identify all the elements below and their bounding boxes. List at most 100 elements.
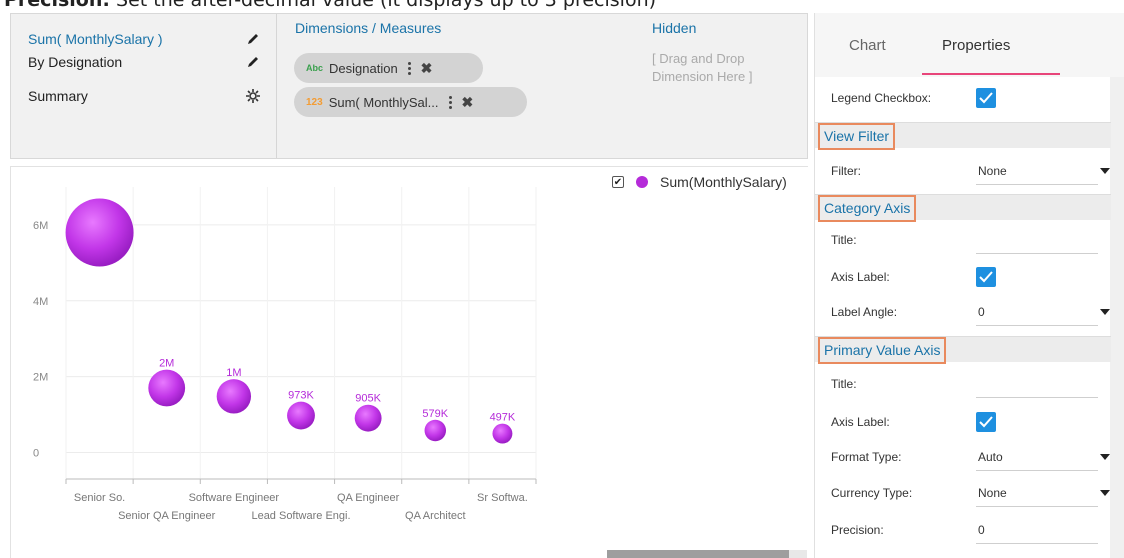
category-axis-label-checkbox[interactable] (976, 267, 996, 287)
chart-horizontal-scrollbar[interactable] (607, 550, 807, 558)
x-tick-label: QA Architect (405, 510, 466, 522)
currency-type-label: Currency Type: (831, 486, 913, 500)
data-label: 497K (490, 412, 516, 424)
primary-value-axis-title[interactable]: Primary Value Axis (818, 337, 947, 364)
measure-row[interactable]: Sum( MonthlySalary ) (28, 30, 262, 48)
legend-marker (636, 176, 648, 188)
data-label: 905K (355, 393, 381, 405)
y-tick-label: 6M (33, 220, 48, 232)
data-label: 2M (159, 358, 174, 370)
tab-chart[interactable]: Chart (849, 37, 886, 54)
hidden-drop-zone[interactable]: [ Drag and Drop Dimension Here ] (652, 50, 792, 86)
properties-panel: Chart Properties Legend Checkbox: View F… (814, 13, 1124, 558)
category-title-label: Title: (831, 233, 857, 247)
close-icon[interactable]: ✖ (421, 60, 433, 77)
chevron-down-icon[interactable] (1100, 454, 1110, 460)
data-bubble (216, 379, 252, 414)
data-label: 973K (288, 390, 314, 402)
precision-label: Precision: (831, 523, 884, 537)
filter-underline (976, 184, 1098, 185)
pencil-icon[interactable] (244, 30, 262, 48)
instruction-caption: Precision: Set the after-decimal value (… (4, 0, 657, 11)
category-axis-label-label: Axis Label: (831, 270, 890, 284)
filter-label: Filter: (831, 164, 861, 178)
category-title-input[interactable] (976, 253, 1098, 254)
x-tick-label: Senior QA Engineer (118, 510, 216, 522)
number-type-icon: 123 (306, 96, 323, 108)
value-title-input[interactable] (976, 397, 1098, 398)
category-axis-title[interactable]: Category Axis (818, 195, 917, 222)
label-angle-select[interactable]: 0 (978, 305, 985, 319)
chevron-down-icon[interactable] (1100, 309, 1110, 315)
gear-icon[interactable] (244, 87, 262, 105)
data-bubble (354, 404, 382, 432)
value-axis-label-label: Axis Label: (831, 415, 890, 429)
precision-input[interactable]: 0 (978, 523, 985, 537)
legend-checkbox[interactable]: ✔ (612, 176, 624, 188)
dimensions-measures-title: Dimensions / Measures (295, 20, 442, 36)
text-type-icon: Abc (306, 63, 324, 73)
view-filter-section[interactable]: View Filter (815, 122, 1111, 150)
data-label: 1M (226, 367, 241, 379)
label-angle-label: Label Angle: (831, 305, 898, 319)
dimension-label[interactable]: By Designation (28, 54, 244, 70)
value-axis-label-checkbox[interactable] (976, 412, 996, 432)
legend-checkbox-toggle[interactable] (976, 88, 996, 108)
dimension-row[interactable]: By Designation (28, 53, 262, 71)
data-bubble (65, 198, 134, 267)
x-tick-label: Software Engineer (189, 492, 280, 504)
format-type-label: Format Type: (831, 450, 902, 464)
monthly-salary-pill[interactable]: 123 Sum( MonthlySal... ✖ (294, 87, 527, 117)
close-icon[interactable]: ✖ (462, 94, 474, 111)
measure-label[interactable]: Sum( MonthlySalary ) (28, 31, 244, 47)
chart-config-panel: Sum( MonthlySalary ) By Designation Summ… (10, 13, 808, 159)
config-divider (276, 14, 277, 158)
pill-label: Sum( MonthlySal... (328, 94, 439, 110)
properties-body: Legend Checkbox: View Filter Filter: Non… (815, 77, 1111, 558)
config-divider-hidden (631, 14, 632, 158)
precision-underline (976, 543, 1098, 544)
y-tick-label: 4M (33, 296, 48, 308)
data-bubble (424, 419, 447, 442)
data-bubble (148, 369, 186, 407)
chart-legend: ✔ Sum(MonthlySalary) (612, 174, 808, 190)
x-tick-label: Sr Softwa. (477, 492, 528, 504)
data-bubble (492, 423, 513, 444)
currency-type-underline (976, 506, 1098, 507)
properties-tabs: Chart Properties (815, 13, 1124, 77)
chart-panel: 0 2M 4M 6M Senior So. Senior QA Engineer Softw… (10, 166, 808, 558)
kebab-menu-icon[interactable] (448, 95, 452, 109)
kebab-menu-icon[interactable] (407, 61, 411, 75)
bubble-chart: 0 2M 4M 6M Senior So. Senior QA Engineer Softw… (33, 187, 537, 522)
y-tick-label: 2M (33, 372, 48, 384)
chevron-down-icon[interactable] (1100, 490, 1110, 496)
hidden-title: Hidden (652, 20, 697, 36)
chevron-down-icon[interactable] (1100, 168, 1110, 174)
app-root: Precision: Set the after-decimal value (… (0, 0, 1124, 558)
tab-properties[interactable]: Properties (942, 37, 1010, 54)
pill-label: Designation (329, 60, 398, 76)
x-tick-label: Senior So. (74, 492, 125, 504)
y-tick-label: 0 (33, 447, 39, 459)
primary-value-axis-section[interactable]: Primary Value Axis (815, 336, 1111, 364)
active-tab-indicator (922, 73, 1060, 75)
summary-row[interactable]: Summary (28, 87, 262, 105)
legend-checkbox-label: Legend Checkbox: (831, 91, 932, 105)
x-tick-label: QA Engineer (337, 492, 400, 504)
scrollbar-thumb[interactable] (607, 550, 789, 558)
x-tick-label: Lead Software Engi. (251, 510, 350, 522)
label-angle-underline (976, 325, 1098, 326)
designation-pill[interactable]: Abc Designation ✖ (294, 53, 483, 83)
view-filter-title[interactable]: View Filter (818, 123, 896, 150)
format-type-select[interactable]: Auto (978, 450, 1003, 464)
pencil-icon[interactable] (244, 53, 262, 71)
filter-select[interactable]: None (978, 164, 1007, 178)
value-title-label: Title: (831, 377, 857, 391)
legend-label: Sum(MonthlySalary) (660, 174, 787, 190)
currency-type-select[interactable]: None (978, 486, 1007, 500)
category-axis-section[interactable]: Category Axis (815, 194, 1111, 222)
summary-label[interactable]: Summary (28, 88, 244, 104)
data-bubble (287, 401, 315, 430)
data-label: 579K (422, 408, 448, 420)
properties-vertical-scrollbar[interactable] (1110, 77, 1124, 558)
